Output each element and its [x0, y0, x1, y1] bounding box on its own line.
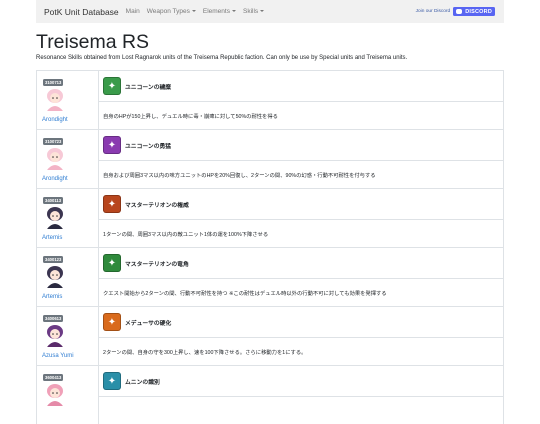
unit-id-badge: 3600413	[43, 374, 64, 381]
skill-name: マスターテリオンの権威	[125, 202, 189, 209]
skill-header: ✦ マスターテリオンの権威	[99, 189, 503, 220]
unit-cell: 3400613 Azusa Yumi	[37, 307, 99, 365]
skill-header: ✦ ユニコーンの勇猛	[99, 130, 503, 161]
table-row: 3400613 Azusa Yumi ✦ メデューサの硬化 2ターンの間、自身の…	[36, 306, 504, 365]
nav-main[interactable]: Main	[126, 8, 140, 15]
skill-name: ユニコーンの穢糜	[125, 84, 172, 91]
skill-cell: ✦ マスターテリオンの竜角 クエスト開始から2ターンの間、行動不可耐性を持つ ※…	[99, 248, 503, 306]
skill-description: 1ターンの間、周囲3マス以内の敵ユニット1体の運を100%下降させる	[103, 231, 269, 238]
unit-id-badge: 3400613	[43, 315, 64, 322]
skill-description: 自身および周囲3マス以内の味方ユニットのHPを20%回復し、2ターンの間、90%…	[103, 172, 376, 179]
skill-description: クエスト開始から2ターンの間、行動不可耐性を持つ ※この耐性はデュエル時以外の行…	[103, 290, 387, 297]
caret-down-icon	[191, 10, 196, 12]
skill-cell: ✦ ユニコーンの勇猛 自身および周囲3マス以内の味方ユニットのHPを20%回復し…	[99, 130, 503, 188]
skill-description: 自身のHPが150上昇し、デュエル時に毒・崩痺に対して50%の耐性を得る	[103, 113, 278, 120]
nav-elements[interactable]: Elements	[203, 8, 236, 15]
unit-avatar[interactable]	[44, 205, 66, 229]
discord-logo: DISCORD	[453, 7, 495, 16]
beast-icon: ✦	[103, 254, 121, 272]
skill-description	[99, 397, 503, 424]
table-row: 3100723 Arondight ✦ ユニコーンの勇猛 自身および周囲3マス以…	[36, 129, 504, 188]
discord-icon	[456, 9, 463, 14]
table-row: 3400123 Artemis ✦ マスターテリオンの竜角 クエスト開始から2タ…	[36, 247, 504, 306]
nav-weapon-types-label: Weapon Types	[146, 8, 190, 15]
skill-header: ✦ ムニンの識別	[99, 366, 503, 397]
table-row: 3100713 Arondight ✦ ユニコーンの穢糜 自身のHPが150上昇…	[36, 70, 504, 129]
skill-header: ✦ ユニコーンの穢糜	[99, 71, 503, 102]
unit-name-link[interactable]: Artemis	[42, 235, 62, 241]
unit-id-badge: 3400113	[43, 197, 64, 204]
unit-id-badge: 3100723	[43, 138, 64, 145]
skill-cell: ✦ ムニンの識別	[99, 366, 503, 424]
caret-down-icon	[231, 10, 236, 12]
unit-name-link[interactable]: Arondight	[42, 176, 68, 182]
unicorn-icon: ✦	[103, 77, 121, 95]
nav-skills-label: Skills	[242, 8, 259, 15]
unit-avatar[interactable]	[44, 146, 66, 170]
skill-cell: ✦ メデューサの硬化 2ターンの間、自身の守を300上昇し、速を100下降させる…	[99, 307, 503, 365]
unit-avatar[interactable]	[44, 382, 66, 406]
raven-icon: ✦	[103, 372, 121, 390]
unit-avatar[interactable]	[44, 323, 66, 347]
skills-table: 3100713 Arondight ✦ ユニコーンの穢糜 自身のHPが150上昇…	[36, 70, 504, 424]
page-title: Treisema RS	[36, 31, 150, 53]
page-description: Resonance Skills obtained from Lost Ragn…	[36, 55, 408, 61]
table-row: 3600413 ✦ ムニンの識別	[36, 365, 504, 424]
unit-name-link[interactable]: Artemis	[42, 294, 62, 300]
table-row: 3400113 Artemis ✦ マスターテリオンの権威 1ターンの間、周囲3…	[36, 188, 504, 247]
unit-name-link[interactable]: Azusa Yumi	[42, 353, 74, 359]
skill-name: マスターテリオンの竜角	[125, 261, 189, 268]
unit-cell: 3600413	[37, 366, 99, 424]
discord-cta: Join our Discord	[415, 9, 451, 14]
skill-cell: ✦ マスターテリオンの権威 1ターンの間、周囲3マス以内の敵ユニット1体の運を1…	[99, 189, 503, 247]
unit-cell: 3400123 Artemis	[37, 248, 99, 306]
unicorn-icon: ✦	[103, 136, 121, 154]
unit-cell: 3100713 Arondight	[37, 71, 99, 129]
medusa-icon: ✦	[103, 313, 121, 331]
unit-cell: 3400113 Artemis	[37, 189, 99, 247]
discord-link[interactable]: Join our Discord DISCORD	[416, 7, 495, 16]
skill-header: ✦ メデューサの硬化	[99, 307, 503, 338]
unit-cell: 3100723 Arondight	[37, 130, 99, 188]
unit-id-badge: 3400123	[43, 256, 64, 263]
unit-id-badge: 3100713	[43, 79, 64, 86]
skill-cell: ✦ ユニコーンの穢糜 自身のHPが150上昇し、デュエル時に毒・崩痺に対して50…	[99, 71, 503, 129]
nav-skills[interactable]: Skills	[242, 8, 265, 15]
brand-link[interactable]: PotK Unit Database	[44, 7, 119, 17]
unit-avatar[interactable]	[44, 87, 66, 111]
skill-name: ムニンの識別	[125, 379, 160, 386]
unit-name-link[interactable]: Arondight	[42, 117, 68, 123]
top-navbar: PotK Unit Database Main Weapon Types Ele…	[36, 0, 504, 23]
skill-header: ✦ マスターテリオンの竜角	[99, 248, 503, 279]
nav-elements-label: Elements	[202, 8, 230, 15]
skill-name: ユニコーンの勇猛	[125, 143, 172, 150]
caret-down-icon	[260, 10, 265, 12]
unit-avatar[interactable]	[44, 264, 66, 288]
discord-logo-text: DISCORD	[465, 8, 492, 15]
beast-icon: ✦	[103, 195, 121, 213]
nav-weapon-types[interactable]: Weapon Types	[147, 8, 196, 15]
skill-description: 2ターンの間、自身の守を300上昇し、速を100下降させる。さらに移動力を1にす…	[103, 349, 307, 356]
skill-name: メデューサの硬化	[125, 320, 172, 327]
